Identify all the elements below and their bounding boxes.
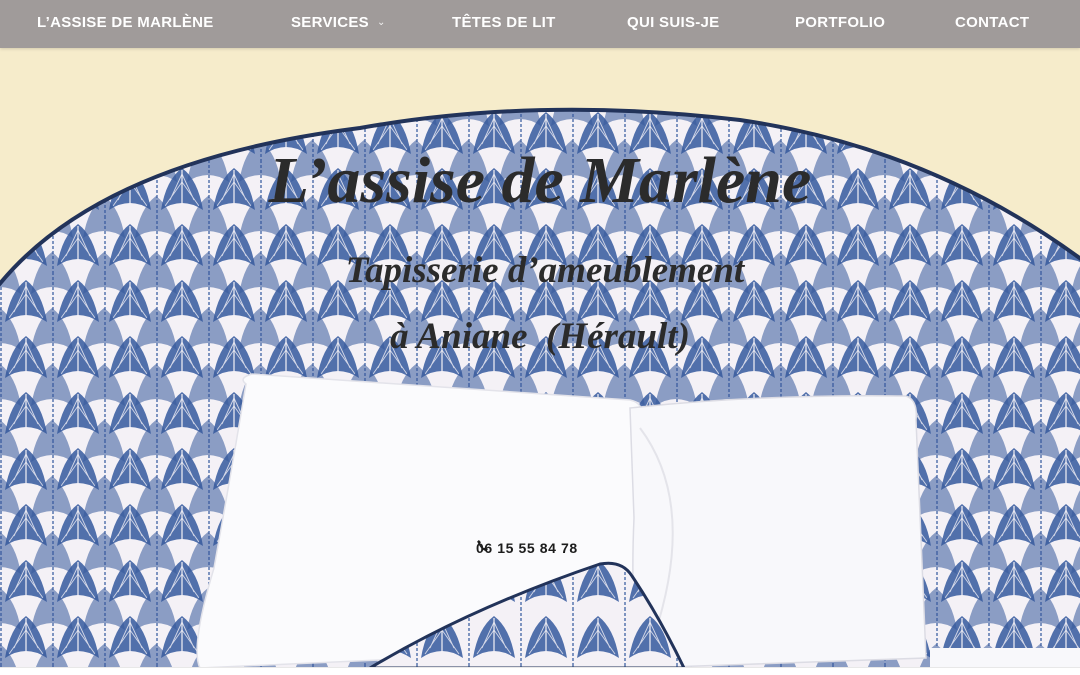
nav-item-contact[interactable]: CONTACT <box>955 0 1029 48</box>
main-navigation: L’ASSISE DE MARLÈNE SERVICES ⌄ TÊTES DE L… <box>0 0 1080 48</box>
chevron-down-icon: ⌄ <box>377 17 386 28</box>
phone-icon <box>477 539 488 552</box>
nav-item-qui-suis-je-label: QUI SUIS-JE <box>627 14 720 31</box>
phone-number: 06 15 55 84 78 <box>476 540 578 556</box>
hero-background-image <box>0 48 1080 668</box>
nav-item-contact-label: CONTACT <box>955 14 1030 31</box>
page-bottom-strip <box>0 667 1080 675</box>
hero-title: L’assise de Marlène <box>268 144 812 217</box>
nav-item-portfolio[interactable]: PORTFOLIO <box>795 0 885 48</box>
nav-item-qui-suis-je[interactable]: QUI SUIS-JE <box>627 0 720 48</box>
hero-subtitle-line2: à Aniane (Hérault) <box>390 316 690 357</box>
hero-subtitle-line1: Tapisserie d’ameublement <box>345 250 745 291</box>
nav-item-home[interactable]: L’ASSISE DE MARLÈNE <box>37 0 214 48</box>
nav-item-tetes-de-lit-label: TÊTES DE LIT <box>452 14 556 31</box>
nav-item-services-label: SERVICES <box>291 14 369 31</box>
hero-banner: L’assise de Marlène Tapisserie d’ameuble… <box>0 48 1080 668</box>
nav-item-services[interactable]: SERVICES ⌄ <box>291 0 386 48</box>
nav-item-home-label: L’ASSISE DE MARLÈNE <box>37 14 214 31</box>
nav-item-tetes-de-lit[interactable]: TÊTES DE LIT <box>452 0 556 48</box>
phone-link[interactable]: 06 15 55 84 78 <box>476 539 578 557</box>
nav-item-portfolio-label: PORTFOLIO <box>795 14 886 31</box>
